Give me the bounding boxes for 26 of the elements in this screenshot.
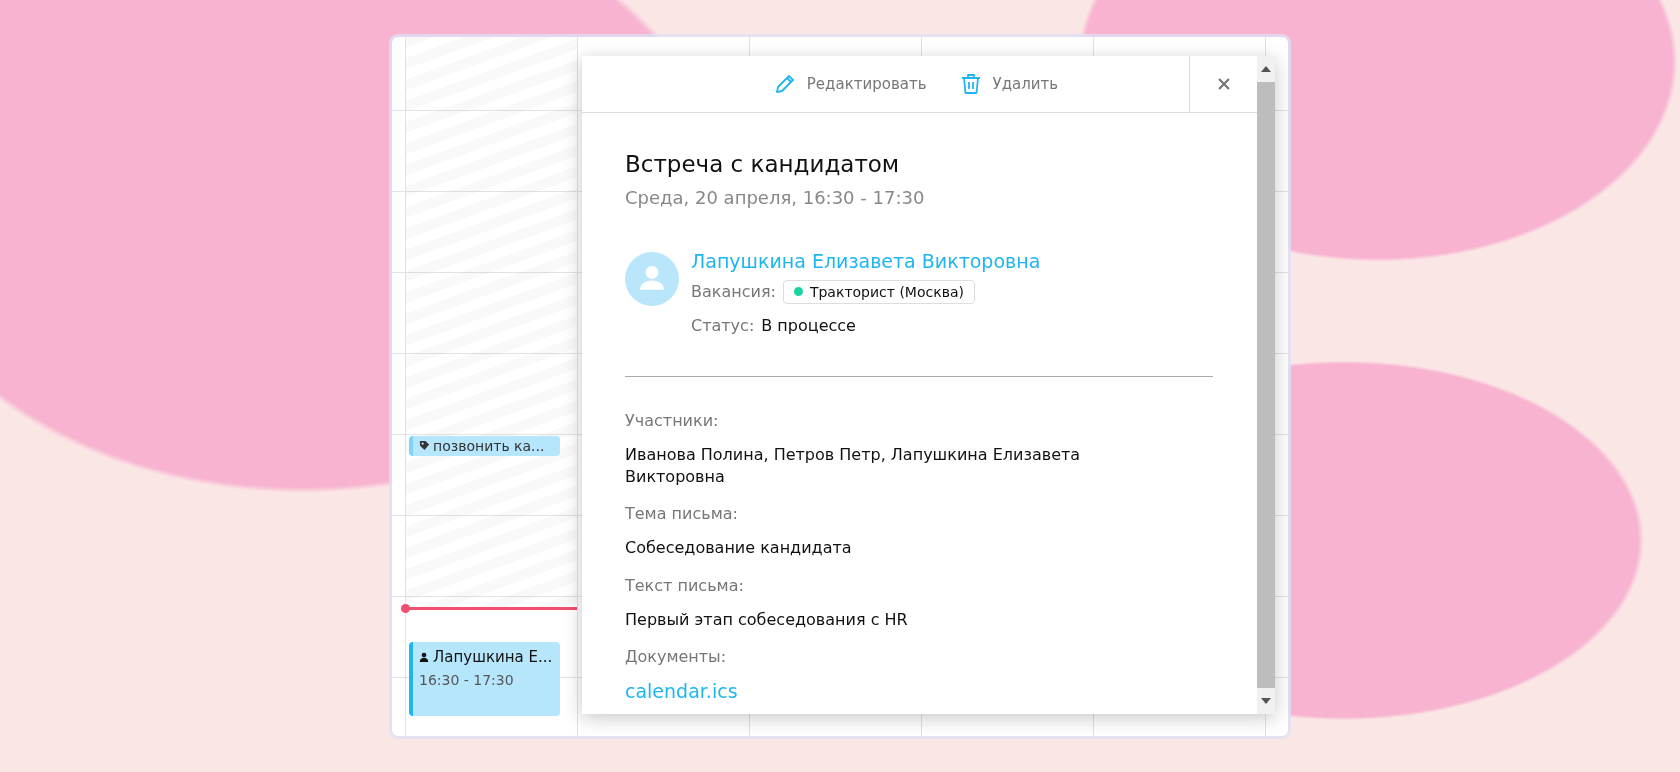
vacancy-tag[interactable]: Тракторист (Москва) — [782, 279, 975, 304]
person-icon — [419, 651, 429, 662]
tag-icon — [419, 440, 430, 451]
field-value: Иванова Полина, Петров Петр, Лапушкина Елизавета Викторовна — [625, 443, 1082, 488]
status-label: Статус: — [691, 316, 755, 335]
action-button[interactable]: Редактировать — [768, 67, 931, 100]
status-value: В процессе — [761, 316, 856, 335]
event-title: Лапушкина Е... — [433, 647, 553, 666]
field-value: Собеседование кандидата — [625, 537, 853, 560]
close-icon — [1216, 76, 1231, 91]
scroll-up-icon[interactable] — [1261, 65, 1271, 72]
scroll-down-icon[interactable] — [1261, 697, 1271, 704]
calendar-event[interactable]: позвонить ка... — [409, 435, 560, 456]
action-button[interactable]: Удалить — [954, 67, 1063, 100]
field-value: Первый этап собеседования с HR — [625, 608, 909, 631]
event-title: Встреча с кандидатом — [625, 150, 901, 177]
event-title: позвонить ка... — [433, 437, 545, 454]
avatar-icon — [625, 251, 679, 306]
field-label: Текст письма: — [625, 575, 745, 595]
field-label: Участники: — [625, 410, 720, 430]
event-time: 16:30 - 17:30 — [419, 671, 515, 688]
calendar-event[interactable]: Лапушкина Е... 16:30 - 17:30 — [409, 641, 560, 716]
event-datetime: Среда, 20 апреля, 16:30 - 17:30 — [625, 186, 926, 208]
vacancy-label: Вакансия: — [691, 282, 776, 301]
field-label: Документы: — [625, 647, 728, 667]
field-label: Тема письма: — [625, 504, 739, 524]
